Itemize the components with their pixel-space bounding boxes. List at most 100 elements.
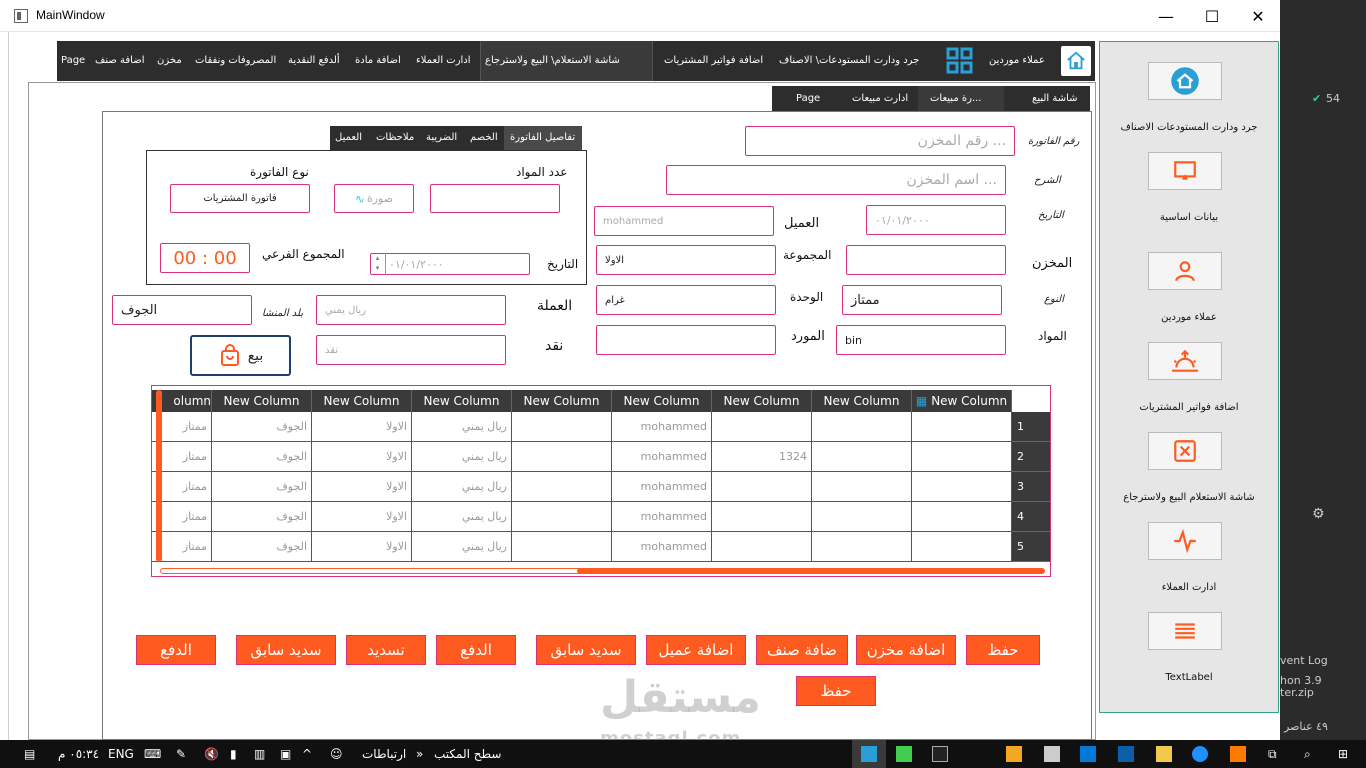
materials-input[interactable]: bin — [836, 325, 1006, 355]
table-cell[interactable] — [512, 502, 612, 532]
app-icon-python[interactable] — [861, 746, 877, 762]
table-cell[interactable] — [812, 412, 912, 442]
currency-input[interactable]: ريال يمني — [316, 295, 506, 325]
table-cell[interactable]: الاولا — [312, 442, 412, 472]
table-cell[interactable]: ريال يمني — [412, 412, 512, 442]
group-input[interactable]: الاولا — [596, 245, 776, 275]
table-cell[interactable] — [812, 502, 912, 532]
table-cell[interactable]: mohammed — [612, 442, 712, 472]
invoice-no-input[interactable]: رقم المخزن ... — [745, 126, 1015, 156]
table-cell[interactable] — [912, 442, 1012, 472]
nav-item-cash-payment[interactable]: ألدفع النقدية — [288, 41, 340, 81]
table-cell[interactable] — [512, 442, 612, 472]
table-cell[interactable] — [512, 532, 612, 562]
table-cell[interactable]: الجوف — [212, 532, 312, 562]
app-icon-pycharm[interactable] — [932, 746, 948, 762]
table-header[interactable]: New Column — [812, 390, 912, 412]
table-cell[interactable]: 1324 — [712, 442, 812, 472]
tab-page[interactable]: Page — [796, 86, 820, 111]
table-cell[interactable] — [712, 472, 812, 502]
row-header[interactable]: 3 — [1012, 472, 1050, 502]
row-header[interactable]: 2 — [1012, 442, 1050, 472]
table-cell[interactable]: mohammed — [612, 532, 712, 562]
grid-icon[interactable] — [946, 47, 974, 78]
language-indicator[interactable]: ENG — [108, 740, 134, 768]
details-date-input[interactable]: ٠١/٠١/٢٠٠٠ — [370, 253, 530, 275]
table-cell[interactable] — [812, 472, 912, 502]
row-header[interactable]: 5 — [1012, 532, 1050, 562]
volume-icon[interactable]: 🔇 — [204, 740, 219, 768]
table-cell[interactable]: الاولا — [312, 412, 412, 442]
table-cell[interactable]: mohammed — [612, 472, 712, 502]
sell-button[interactable]: بيع — [190, 335, 291, 376]
home-icon[interactable] — [1061, 46, 1091, 76]
sidebar-btn-purchase-invoices[interactable] — [1148, 342, 1222, 380]
tab-invoice-details[interactable]: تفاصيل الفاتورة — [510, 126, 575, 150]
cash-input[interactable]: نقد — [316, 335, 506, 365]
table-cell[interactable]: الجوف — [212, 502, 312, 532]
settle-button[interactable]: تسديد — [346, 635, 426, 665]
table-cell[interactable] — [512, 472, 612, 502]
tab-notes[interactable]: ملاحظات — [376, 126, 414, 150]
search-icon[interactable]: ⌕ — [1304, 740, 1311, 768]
table-cell[interactable]: ريال يمني — [412, 532, 512, 562]
app-icon-store[interactable] — [1080, 746, 1096, 762]
app-icon-tool[interactable] — [1118, 746, 1134, 762]
vlc-icon[interactable] — [1230, 746, 1246, 762]
image-input[interactable]: ∿ صورة — [334, 184, 414, 213]
table-cell[interactable]: الجوف — [212, 412, 312, 442]
vertical-scrollbar[interactable] — [156, 390, 162, 562]
horizontal-scroll-track[interactable] — [160, 568, 1042, 574]
table-cell[interactable]: ريال يمني — [412, 442, 512, 472]
save-button[interactable]: حفظ — [966, 635, 1040, 665]
customer-input[interactable]: mohammed — [594, 206, 774, 236]
row-header[interactable]: 1 — [1012, 412, 1050, 442]
date-input[interactable]: ٠١/٠١/٢٠٠٠ — [866, 205, 1006, 235]
table-cell[interactable]: الاولا — [312, 502, 412, 532]
nav-item-purchase-invoices[interactable]: اضافة فواتير المشتريات — [664, 41, 763, 81]
battery-icon[interactable]: ▮ — [230, 740, 237, 768]
sidebar-btn-query-sales[interactable] — [1148, 432, 1222, 470]
keyboard-icon[interactable]: ⌨ — [144, 740, 161, 768]
table-header[interactable]: New Column — [212, 390, 312, 412]
task-view-icon[interactable]: ⧉ — [1268, 740, 1277, 768]
app-icon-sublime[interactable] — [1006, 746, 1022, 762]
previous-payment-button-2[interactable]: سديد سابق — [236, 635, 336, 665]
nav-item-add-category[interactable]: اضافة صنف — [95, 41, 145, 81]
table-header[interactable]: New Column — [612, 390, 712, 412]
table-header[interactable]: New Column — [312, 390, 412, 412]
notification-icon[interactable]: ▤ — [24, 740, 35, 768]
folder-icon[interactable] — [1156, 746, 1172, 762]
links-toolbar[interactable]: ارتباطات — [362, 740, 406, 768]
table-cell[interactable] — [912, 532, 1012, 562]
chevron-up-icon[interactable]: ^ — [302, 740, 312, 768]
table-cell[interactable] — [712, 412, 812, 442]
minimize-button[interactable]: — — [1143, 0, 1189, 32]
desktop-toolbar[interactable]: سطح المكتب — [434, 740, 501, 768]
supplier-input[interactable] — [596, 325, 776, 355]
tab-discount[interactable]: الخصم — [470, 126, 498, 150]
type-input[interactable]: ممتاز — [842, 285, 1002, 315]
table-cell[interactable] — [512, 412, 612, 442]
tab-sales-management[interactable]: ادارت مبيعات — [852, 86, 908, 111]
table-cell[interactable]: الاولا — [312, 472, 412, 502]
payment-button-2[interactable]: الدفع — [136, 635, 216, 665]
table-cell[interactable] — [812, 532, 912, 562]
nav-item-inventory[interactable]: جرد ودارت المستودعات\ الاصناف — [779, 41, 919, 81]
time-input[interactable]: 00 : 00 — [160, 243, 250, 273]
description-input[interactable]: اسم المخزن ... — [666, 165, 1006, 195]
date-spinner[interactable]: ▴ ▾ — [370, 253, 386, 275]
table-cell[interactable]: mohammed — [612, 412, 712, 442]
nav-item-query-sales[interactable]: شاشة الاستعلام\ البيع ولاسترجاع — [485, 41, 620, 81]
pen-icon[interactable]: ✎ — [176, 740, 186, 768]
add-category-button[interactable]: ضافة صنف — [756, 635, 848, 665]
table-cell[interactable]: الجوف — [212, 442, 312, 472]
edge-icon[interactable] — [1192, 746, 1208, 762]
nav-item-store[interactable]: مخزن — [157, 41, 182, 81]
app-icon-mail[interactable] — [1044, 746, 1060, 762]
wifi-icon[interactable]: ▥ — [254, 740, 265, 768]
nav-item-customers-suppliers[interactable]: عملاء موردين — [989, 41, 1045, 81]
add-store-button[interactable]: اضافة مخزن — [856, 635, 956, 665]
gear-icon[interactable]: ⚙ — [1312, 506, 1325, 522]
table-cell[interactable]: الجوف — [212, 472, 312, 502]
